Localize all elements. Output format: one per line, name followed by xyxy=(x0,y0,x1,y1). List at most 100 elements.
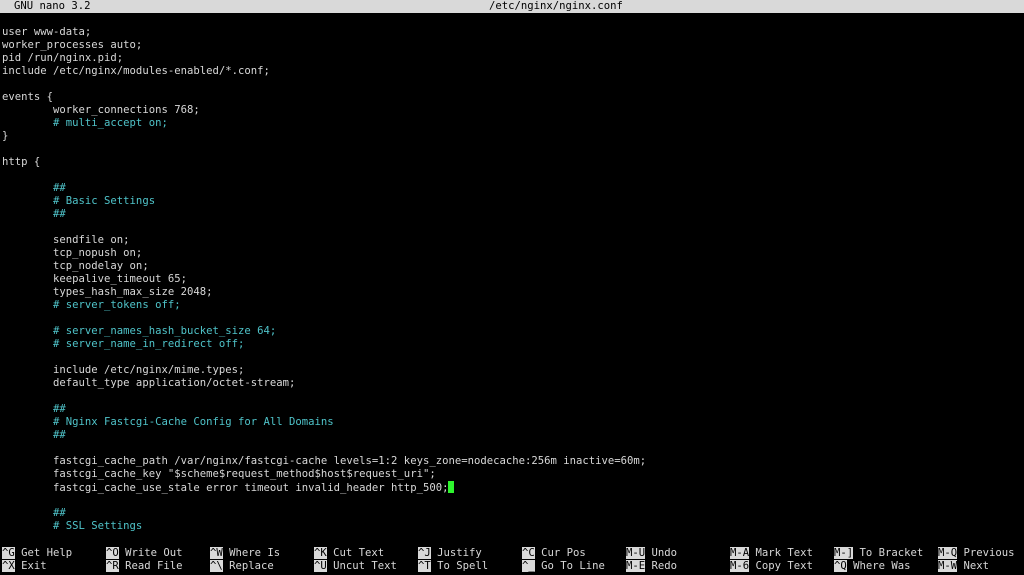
shortcut-key: ^R xyxy=(106,560,119,572)
shortcut-label: To Spell xyxy=(430,560,489,572)
shortcut-label: Exit xyxy=(14,560,47,572)
code-line[interactable]: sendfile on; xyxy=(2,234,1022,247)
replace-shortcut[interactable]: ^\ Replace xyxy=(210,560,274,573)
comment-line[interactable]: # server_tokens off; xyxy=(2,299,1022,312)
copy-shortcut[interactable]: M-6 Copy Text xyxy=(730,560,813,573)
shortcut-key: ^O xyxy=(106,547,119,559)
shortcut-key: M-U xyxy=(626,547,646,559)
comment-line[interactable]: ## xyxy=(2,182,1022,195)
code-line[interactable] xyxy=(2,169,1022,182)
shortcut-label: Previous xyxy=(957,547,1015,559)
code-line[interactable]: include /etc/nginx/modules-enabled/*.con… xyxy=(2,65,1022,78)
save-shortcut[interactable]: ^O Write Out xyxy=(106,547,183,560)
shortcut-label: Read File xyxy=(118,560,183,572)
shortcut-key: ^G xyxy=(2,547,15,559)
code-line[interactable]: keepalive_timeout 65; xyxy=(2,273,1022,286)
title-bar: GNU nano 3.2 /etc/nginx/nginx.conf xyxy=(0,0,1024,13)
shortcut-label: Cut Text xyxy=(326,547,385,559)
shortcut-key: ^Q xyxy=(834,560,847,572)
code-line[interactable] xyxy=(2,143,1022,156)
comment-line[interactable]: ## xyxy=(2,507,1022,520)
shortcut-label: Justify xyxy=(430,547,482,559)
comment-line[interactable]: ## xyxy=(2,429,1022,442)
shortcut-label: Next xyxy=(957,560,990,572)
shortcut-label: Write Out xyxy=(118,547,183,559)
comment-line[interactable]: # multi_accept on; xyxy=(2,117,1022,130)
code-line[interactable]: user www-data; xyxy=(2,26,1022,39)
shortcut-label: To Bracket xyxy=(853,547,924,559)
undo-shortcut[interactable]: M-U Undo xyxy=(626,547,677,560)
mark-shortcut[interactable]: M-A Mark Text xyxy=(730,547,813,560)
shortcut-key: M-Q xyxy=(938,547,958,559)
next-shortcut[interactable]: M-W Next xyxy=(938,560,989,573)
code-line[interactable]: types_hash_max_size 2048; xyxy=(2,286,1022,299)
shortcut-key: M-6 xyxy=(730,560,750,572)
shortcut-label: Redo xyxy=(645,560,678,572)
justify-shortcut[interactable]: ^J Justify xyxy=(418,547,482,560)
code-line[interactable] xyxy=(2,312,1022,325)
shortcut-key: ^C xyxy=(522,547,535,559)
paste-shortcut[interactable]: ^U Uncut Text xyxy=(314,560,397,573)
code-line[interactable] xyxy=(2,78,1022,91)
comment-line[interactable]: ## xyxy=(2,403,1022,416)
shortcut-label: Go To Line xyxy=(534,560,605,572)
text-cursor xyxy=(448,481,455,493)
search-back-shortcut[interactable]: ^Q Where Was xyxy=(834,560,911,573)
shortcut-key: M-E xyxy=(626,560,646,572)
shortcut-label: Undo xyxy=(645,547,678,559)
shortcut-label: Mark Text xyxy=(749,547,813,559)
open-shortcut[interactable]: ^R Read File xyxy=(106,560,183,573)
code-line[interactable] xyxy=(2,221,1022,234)
code-line[interactable]: worker_processes auto; xyxy=(2,39,1022,52)
comment-line[interactable]: # server_names_hash_bucket_size 64; xyxy=(2,325,1022,338)
redo-shortcut[interactable]: M-E Redo xyxy=(626,560,677,573)
comment-line[interactable]: # Basic Settings xyxy=(2,195,1022,208)
code-line[interactable]: tcp_nopush on; xyxy=(2,247,1022,260)
code-line[interactable] xyxy=(2,390,1022,403)
shortcut-label: Uncut Text xyxy=(326,560,397,572)
shortcut-label: Replace xyxy=(222,560,274,572)
code-line[interactable]: default_type application/octet-stream; xyxy=(2,377,1022,390)
cut-shortcut[interactable]: ^K Cut Text xyxy=(314,547,384,560)
bracket-shortcut[interactable]: M-] To Bracket xyxy=(834,547,923,560)
comment-line[interactable]: # server_name_in_redirect off; xyxy=(2,338,1022,351)
shortcut-label: Get Help xyxy=(14,547,73,559)
code-line[interactable]: fastcgi_cache_key "$scheme$request_metho… xyxy=(2,468,1022,481)
shortcut-key: ^\ xyxy=(210,560,223,572)
position-shortcut[interactable]: ^C Cur Pos xyxy=(522,547,586,560)
code-line[interactable]: } xyxy=(2,130,1022,143)
code-line[interactable]: include /etc/nginx/mime.types; xyxy=(2,364,1022,377)
comment-line[interactable]: # Nginx Fastcgi-Cache Config for All Dom… xyxy=(2,416,1022,429)
comment-line[interactable]: # SSL Settings xyxy=(2,520,1022,533)
code-line[interactable] xyxy=(2,351,1022,364)
shortcut-bar: ^G Get Help ^X Exit ^O Write Out ^R Read Fi… xyxy=(0,546,1024,575)
code-line[interactable] xyxy=(2,442,1022,455)
code-line[interactable] xyxy=(2,494,1022,507)
shortcut-key: ^K xyxy=(314,547,327,559)
code-line[interactable]: http { xyxy=(2,156,1022,169)
search-shortcut[interactable]: ^W Where Is xyxy=(210,547,280,560)
comment-line[interactable]: ## xyxy=(2,208,1022,221)
previous-shortcut[interactable]: M-Q Previous xyxy=(938,547,1015,560)
file-name: /etc/nginx/nginx.conf xyxy=(489,0,623,12)
shortcut-key: M-A xyxy=(730,547,750,559)
code-line[interactable]: events { xyxy=(2,91,1022,104)
code-line[interactable]: fastcgi_cache_use_stale error timeout in… xyxy=(2,481,1022,494)
help-shortcut[interactable]: ^G Get Help xyxy=(2,547,72,560)
shortcut-key: ^_ xyxy=(522,560,535,572)
code-line[interactable]: fastcgi_cache_path /var/nginx/fastcgi-ca… xyxy=(2,455,1022,468)
shortcut-label: Cur Pos xyxy=(534,547,586,559)
app-name: GNU nano 3.2 xyxy=(14,0,91,12)
goto-shortcut[interactable]: ^_ Go To Line xyxy=(522,560,605,573)
editor-text-area[interactable]: user www-data; worker_processes auto; pid … xyxy=(2,26,1022,546)
code-line[interactable]: tcp_nodelay on; xyxy=(2,260,1022,273)
code-line[interactable]: pid /run/nginx.pid; xyxy=(2,52,1022,65)
code-line[interactable]: worker_connections 768; xyxy=(2,104,1022,117)
exit-shortcut[interactable]: ^X Exit xyxy=(2,560,47,573)
spell-shortcut[interactable]: ^T To Spell xyxy=(418,560,488,573)
shortcut-key: M-] xyxy=(834,547,854,559)
shortcut-label: Where Is xyxy=(222,547,281,559)
shortcut-label: Copy Text xyxy=(749,560,813,572)
shortcut-label: Where Was xyxy=(846,560,911,572)
shortcut-key: ^U xyxy=(314,560,327,572)
